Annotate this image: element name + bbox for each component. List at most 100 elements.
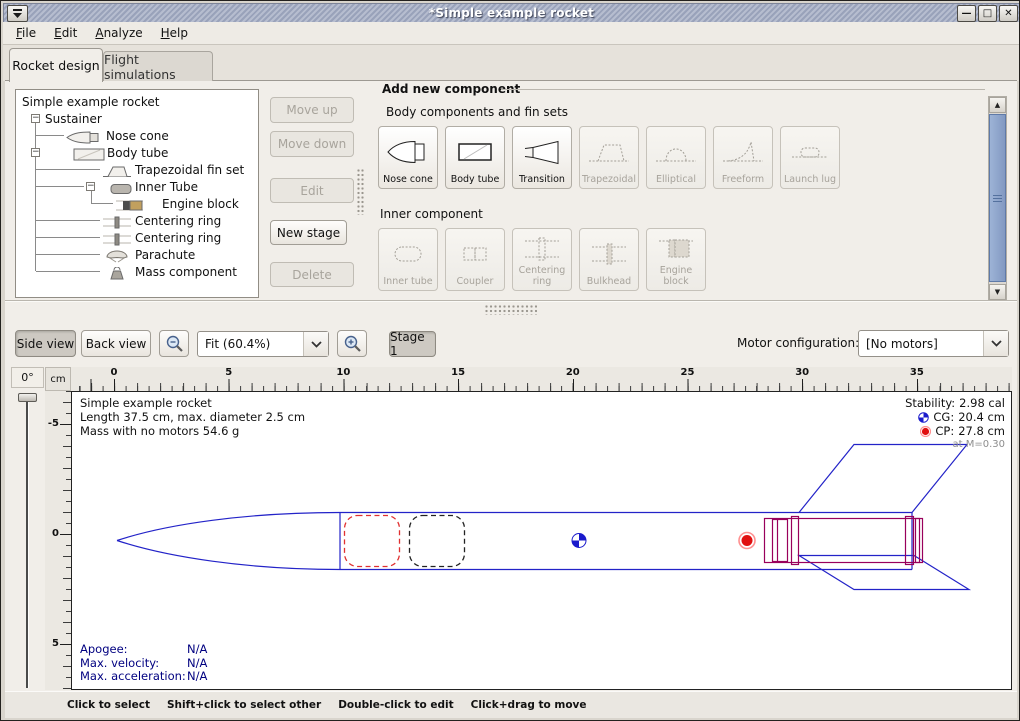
- tree-item-centering-ring-1[interactable]: Centering ring: [135, 212, 221, 229]
- menu-edit[interactable]: Edit: [45, 24, 86, 42]
- scrollbar-grip: [993, 195, 1002, 202]
- back-view-button[interactable]: Back view: [81, 330, 151, 357]
- tree-item-mass-component[interactable]: Mass component: [135, 263, 237, 280]
- tree-item-trapezoidal-fin-set[interactable]: Trapezoidal fin set: [135, 161, 244, 178]
- hint-shift-click: Shift+click to select other: [167, 699, 321, 711]
- menu-help[interactable]: Help: [152, 24, 197, 42]
- zoom-in-button[interactable]: [337, 330, 367, 357]
- add-elliptical-fin-button[interactable]: Elliptical: [646, 126, 706, 189]
- tree-item-inner-tube[interactable]: Inner Tube: [135, 178, 198, 195]
- add-engine-block-button[interactable]: Engine block: [646, 228, 706, 291]
- scrollbar-thumb[interactable]: [989, 114, 1006, 282]
- ruler-number: 15: [451, 367, 465, 378]
- stage-1-toggle[interactable]: Stage 1: [389, 331, 436, 357]
- mach-condition: at M=0.30: [905, 438, 1005, 452]
- add-inner-tube-button[interactable]: Inner tube: [378, 228, 438, 291]
- stability-row: Stability: 2.98 cal: [905, 396, 1005, 410]
- titlebar[interactable]: *Simple example rocket — □ ✕: [3, 3, 1020, 23]
- rocket-outline[interactable]: [117, 445, 969, 590]
- centering-ring-icon: [519, 232, 565, 266]
- vertical-splitter[interactable]: [357, 169, 365, 215]
- component-panel-scrollbar[interactable]: ▲ ▼: [988, 96, 1007, 301]
- add-bulkhead-button[interactable]: Bulkhead: [579, 228, 639, 291]
- expander-inner-tube[interactable]: −: [86, 182, 95, 191]
- add-centering-ring-button[interactable]: Centering ring: [512, 228, 572, 291]
- motor-configuration-select[interactable]: [No motors]: [858, 330, 1009, 357]
- tree-item-body-tube[interactable]: Body tube: [107, 144, 168, 161]
- add-coupler-button[interactable]: Coupler: [445, 228, 505, 291]
- menu-analyze[interactable]: Analyze: [86, 24, 151, 42]
- cp-marker[interactable]: [739, 533, 755, 549]
- add-transition-button[interactable]: Transition: [512, 126, 572, 189]
- scroll-down-icon: ▼: [995, 288, 1000, 296]
- tree-item-rocket[interactable]: Simple example rocket: [22, 93, 159, 110]
- close-button[interactable]: ✕: [999, 5, 1018, 22]
- tree-item-centering-ring-2[interactable]: Centering ring: [135, 229, 221, 246]
- move-down-label: Move down: [278, 137, 346, 151]
- component-tree[interactable]: Simple example rocket − Sustainer Nose c…: [15, 89, 259, 298]
- tree-item-engine-block[interactable]: Engine block: [162, 195, 239, 212]
- launch-lug-icon: [787, 130, 833, 175]
- delete-button[interactable]: Delete: [270, 262, 354, 287]
- side-view-label: Side view: [17, 337, 74, 351]
- zoom-out-button[interactable]: [159, 330, 189, 357]
- add-body-tube-button[interactable]: Body tube: [445, 126, 505, 189]
- button-label: Body tube: [451, 175, 500, 186]
- engine-block-outline[interactable]: [773, 520, 788, 562]
- scroll-up-button[interactable]: ▲: [989, 97, 1006, 113]
- mass-component-icon: [106, 265, 128, 284]
- rotation-slider-track[interactable]: [26, 394, 29, 688]
- add-freeform-fin-button[interactable]: Freeform: [713, 126, 773, 189]
- collapse-icon: −: [32, 113, 40, 123]
- app-window: *Simple example rocket — □ ✕ File Edit A…: [0, 0, 1020, 721]
- cg-marker[interactable]: [572, 534, 586, 548]
- nose-cone-outline[interactable]: [117, 541, 340, 570]
- zoom-level-select[interactable]: Fit (60.4%): [197, 331, 329, 357]
- side-view-button[interactable]: Side view: [15, 330, 76, 357]
- expander-sustainer[interactable]: −: [31, 114, 40, 123]
- tree-connector: [36, 254, 100, 255]
- tree-item-sustainer[interactable]: Sustainer: [45, 110, 102, 127]
- stability-label: Stability:: [905, 396, 955, 410]
- tab-flight-simulations[interactable]: Flight simulations: [103, 51, 213, 81]
- top-fin-outline[interactable]: [799, 445, 967, 513]
- new-stage-button[interactable]: New stage: [270, 220, 347, 245]
- tree-item-nose-cone[interactable]: Nose cone: [106, 127, 169, 144]
- inner-components[interactable]: [765, 517, 923, 565]
- maximize-button[interactable]: □: [978, 5, 997, 22]
- tab-rocket-design[interactable]: Rocket design: [9, 48, 103, 82]
- rocket-info: Simple example rocketLength 37.5 cm, max…: [80, 396, 305, 438]
- centering-ring-outline[interactable]: [792, 517, 799, 565]
- mass-component-outline[interactable]: [410, 516, 465, 567]
- edit-button[interactable]: Edit: [270, 178, 354, 203]
- add-nose-cone-button[interactable]: Nose cone: [378, 126, 438, 189]
- move-down-button[interactable]: Move down: [270, 131, 354, 157]
- body-components-label: Body components and fin sets: [386, 105, 568, 119]
- nose-cone-outline[interactable]: [117, 513, 340, 541]
- bottom-fin-outline[interactable]: [799, 556, 969, 590]
- tree-item-parachute[interactable]: Parachute: [135, 246, 195, 263]
- horizontal-splitter[interactable]: [485, 305, 537, 315]
- rocket-mass: Mass with no motors 54.6 g: [80, 424, 239, 438]
- expander-body-tube[interactable]: −: [31, 148, 40, 157]
- rocket-canvas[interactable]: Simple example rocketLength 37.5 cm, max…: [71, 391, 1012, 690]
- tree-item-label: Sustainer: [45, 112, 102, 126]
- parachute-outline[interactable]: [345, 516, 400, 567]
- bulkhead-icon: [586, 232, 632, 277]
- minimize-button[interactable]: —: [957, 5, 976, 22]
- max-velocity-value: N/A: [187, 657, 207, 671]
- tree-guide-line: [35, 119, 36, 271]
- add-launch-lug-button[interactable]: Launch lug: [780, 126, 840, 189]
- tree-item-label: Trapezoidal fin set: [135, 163, 244, 177]
- titled-border-line: [501, 89, 985, 90]
- rotation-slider-thumb[interactable]: [18, 393, 37, 402]
- button-label: Trapezoidal: [582, 175, 636, 186]
- scroll-down-button[interactable]: ▼: [989, 284, 1006, 300]
- max-velocity-label: Max. velocity:: [80, 657, 187, 671]
- cp-value: 27.8 cm: [958, 424, 1005, 438]
- edit-label: Edit: [300, 184, 323, 198]
- add-trapezoidal-fin-button[interactable]: Trapezoidal: [579, 126, 639, 189]
- menu-file[interactable]: File: [7, 24, 45, 42]
- move-up-button[interactable]: Move up: [270, 97, 354, 123]
- tree-connector: [36, 135, 64, 136]
